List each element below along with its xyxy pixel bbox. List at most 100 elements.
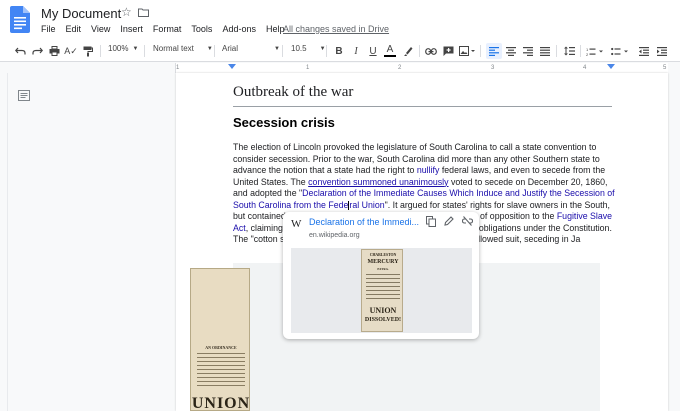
chevron-down-icon: ▼ <box>206 45 213 52</box>
thumb-line <box>366 286 400 287</box>
popup-link-title[interactable]: Declaration of the Immedi... <box>309 217 421 227</box>
paragraph-style-select[interactable]: Normal text ▼ <box>153 44 213 53</box>
bulleted-list-icon[interactable] <box>609 43 631 59</box>
thumb-line <box>366 278 400 279</box>
newspaper-line <box>197 353 245 354</box>
menu-tools[interactable]: Tools <box>186 24 217 34</box>
insert-comment-icon[interactable] <box>441 43 455 59</box>
document-outline-icon[interactable] <box>18 90 30 101</box>
ruler-tick: 1 <box>306 65 310 71</box>
align-left-icon[interactable] <box>486 43 502 59</box>
italic-button[interactable]: I <box>350 43 362 59</box>
menu-format[interactable]: Format <box>148 24 187 34</box>
save-status-link[interactable]: All changes saved in Drive <box>283 24 389 34</box>
thumb-text: MERCURY <box>367 259 399 265</box>
menu-view[interactable]: View <box>86 24 115 34</box>
newspaper-line <box>197 377 245 378</box>
toolbar-separator <box>214 45 215 57</box>
text-color-button[interactable]: A <box>384 43 396 57</box>
toolbar-separator <box>580 45 581 57</box>
spellcheck-icon[interactable]: A✓ <box>64 43 78 59</box>
svg-text:2: 2 <box>586 52 589 56</box>
wikipedia-icon: W <box>291 218 302 230</box>
link-convention[interactable]: convention summoned unanimously <box>308 177 448 187</box>
decrease-indent-icon[interactable] <box>637 43 651 59</box>
left-indent-marker[interactable] <box>228 64 236 69</box>
ruler-tick: 3 <box>491 65 495 71</box>
vertical-ruler <box>0 73 8 411</box>
document-title[interactable]: My Document <box>41 6 121 21</box>
paint-format-icon[interactable] <box>81 43 95 59</box>
ruler-tick: 5 <box>663 65 667 71</box>
link-preview-popup: W Declaration of the Immedi... en.wikipe… <box>283 212 479 339</box>
newspaper-line <box>197 385 245 386</box>
paragraph-text: of opposition to the <box>480 211 557 221</box>
docs-logo-icon[interactable] <box>10 6 30 33</box>
toolbar-separator <box>326 45 327 57</box>
copy-link-icon[interactable] <box>426 216 436 227</box>
chevron-down-icon: ▼ <box>132 45 139 52</box>
title-bar: My Document ☆ File Edit View Insert Form… <box>0 0 680 40</box>
thumb-line <box>366 298 400 299</box>
justify-icon[interactable] <box>538 43 552 59</box>
print-icon[interactable] <box>47 43 61 59</box>
insert-image-icon[interactable] <box>458 43 476 59</box>
menu-file[interactable]: File <box>36 24 61 34</box>
thumbnail-image: CHARLESTON MERCURY EXTRA. UNION DISSOLVE… <box>361 249 403 332</box>
link-nullify[interactable]: nullify <box>417 165 440 175</box>
ruler-tick: 2 <box>398 65 402 71</box>
align-center-icon[interactable] <box>504 43 518 59</box>
highlight-color-icon[interactable] <box>401 43 415 59</box>
chevron-down-icon: ▼ <box>319 45 326 52</box>
star-icon[interactable]: ☆ <box>121 5 132 19</box>
thumb-text: CHARLESTON <box>369 253 397 257</box>
toolbar-separator <box>100 45 101 57</box>
line-spacing-icon[interactable] <box>562 43 576 59</box>
menu-addons[interactable]: Add-ons <box>217 24 261 34</box>
insert-link-icon[interactable] <box>424 43 438 59</box>
numbered-list-icon[interactable]: 12 <box>584 43 606 59</box>
thumb-line <box>366 274 400 275</box>
google-docs-window: My Document ☆ File Edit View Insert Form… <box>0 0 680 411</box>
toolbar-separator <box>419 45 420 57</box>
newspaper-line <box>197 365 245 366</box>
link-declaration-end[interactable]: ral Union <box>349 200 384 210</box>
toolbar-separator <box>282 45 283 57</box>
thumb-line <box>366 290 400 291</box>
ruler-tick: 1 <box>176 65 180 71</box>
thumb-text: UNION <box>369 306 397 315</box>
toolbar-separator <box>144 45 145 57</box>
thumb-line <box>366 282 400 283</box>
ruler-tick: 4 <box>583 65 587 71</box>
increase-indent-icon[interactable] <box>655 43 669 59</box>
popup-thumbnail[interactable]: CHARLESTON MERCURY EXTRA. UNION DISSOLVE… <box>291 248 472 333</box>
bold-button[interactable]: B <box>333 43 345 59</box>
horizontal-ruler: 1 1 2 3 4 5 <box>0 63 680 73</box>
newspaper-big-title: UNION <box>191 395 251 411</box>
newspaper-image[interactable]: AN ORDINANCE UNION <box>190 268 250 411</box>
popup-link-url: en.wikipedia.org <box>309 232 360 239</box>
remove-link-icon[interactable] <box>462 216 473 226</box>
menu-insert[interactable]: Insert <box>115 24 148 34</box>
align-right-icon[interactable] <box>521 43 535 59</box>
menu-edit[interactable]: Edit <box>61 24 87 34</box>
zoom-select[interactable]: 100% ▼ <box>108 44 138 53</box>
undo-icon[interactable] <box>13 43 27 59</box>
edit-link-icon[interactable] <box>444 216 454 226</box>
underline-button[interactable]: U <box>367 43 379 59</box>
heading-1: Outbreak of the war <box>233 84 612 107</box>
redo-icon[interactable] <box>30 43 44 59</box>
toolbar-separator <box>480 45 481 57</box>
newspaper-line <box>197 373 245 374</box>
toolbar-separator <box>556 45 557 57</box>
heading-2: Secession crisis <box>233 115 335 130</box>
formatting-toolbar: A✓ 100% ▼ Normal text ▼ Arial ▼ 10.5 ▼ B I U… <box>0 40 680 62</box>
font-size-select[interactable]: 10.5 ▼ <box>291 44 326 53</box>
right-indent-marker[interactable] <box>607 64 615 69</box>
paragraph-text: , claiming <box>245 222 283 233</box>
thumb-text: EXTRA. <box>377 267 389 271</box>
move-to-folder-icon[interactable] <box>138 8 149 17</box>
newspaper-line <box>197 361 245 362</box>
newspaper-line <box>197 357 245 358</box>
font-family-select[interactable]: Arial ▼ <box>222 44 280 53</box>
